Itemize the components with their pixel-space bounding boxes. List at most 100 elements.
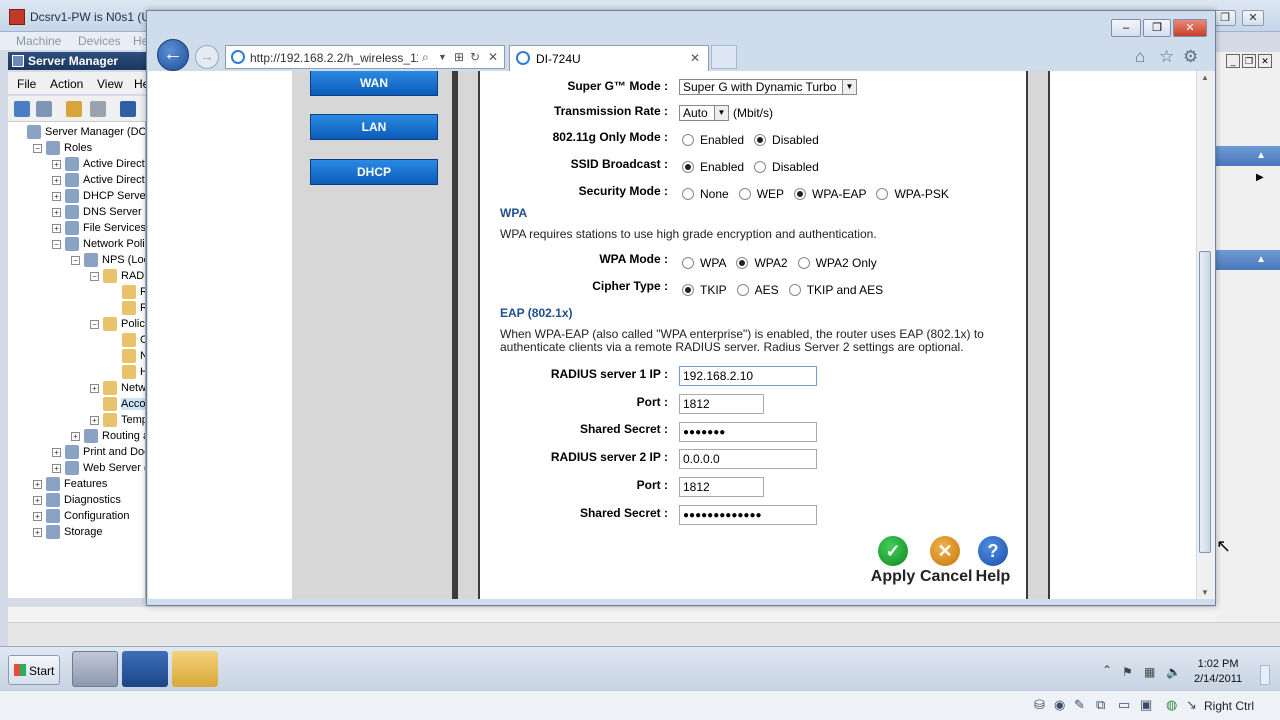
- radio-button[interactable]: [736, 284, 749, 296]
- scroll-up-icon[interactable]: ▲: [1201, 73, 1209, 82]
- help-icon[interactable]: [120, 101, 136, 117]
- up-folder-icon[interactable]: [66, 101, 82, 117]
- tree-item[interactable]: + Features: [33, 476, 107, 492]
- tree-item[interactable]: + DHCP Server: [52, 188, 145, 204]
- help-button[interactable]: ? Help: [968, 536, 1018, 586]
- cdrom-icon[interactable]: ◉: [1054, 697, 1065, 713]
- expand-icon[interactable]: +: [52, 175, 61, 185]
- mdi-restore-icon[interactable]: ❐: [1242, 54, 1256, 68]
- browser-maximize-button[interactable]: ❐: [1143, 19, 1171, 37]
- display-icon[interactable]: ▣: [1140, 697, 1152, 713]
- radio-button[interactable]: [788, 284, 801, 296]
- tree-item[interactable]: + Routing and: [71, 428, 145, 444]
- expand-icon[interactable]: +: [90, 383, 99, 393]
- expand-icon[interactable]: +: [33, 495, 42, 505]
- menu-action[interactable]: Action: [50, 77, 83, 91]
- back-arrow-icon[interactable]: [14, 101, 30, 117]
- tree-item[interactable]: Con: [109, 332, 145, 348]
- server-manager-taskbar-icon[interactable]: [72, 651, 118, 687]
- start-button[interactable]: Start: [8, 655, 60, 685]
- radio-button[interactable]: [682, 161, 694, 173]
- usb-icon[interactable]: ✎: [1074, 697, 1085, 713]
- radio-button[interactable]: [794, 188, 807, 200]
- tree-item[interactable]: − Roles: [33, 140, 92, 156]
- radio-button[interactable]: [876, 188, 889, 200]
- browser-close-button[interactable]: ✕: [1173, 19, 1207, 37]
- radius1-ip-input[interactable]: 192.168.2.10: [679, 366, 817, 386]
- explorer-taskbar-icon[interactable]: [172, 651, 218, 687]
- server-manager-horizontal-scrollbar[interactable]: [8, 606, 1216, 622]
- expand-icon[interactable]: +: [52, 159, 61, 169]
- favorites-star-icon[interactable]: ☆: [1159, 47, 1174, 67]
- tree-item[interactable]: Rem: [109, 300, 145, 316]
- tree-item[interactable]: + DNS Server: [52, 204, 142, 220]
- network-adapter-icon[interactable]: ⧉: [1096, 697, 1105, 713]
- radius2-ip-input[interactable]: 0.0.0.0: [679, 449, 817, 469]
- url-text[interactable]: http://192.168.2.2/h_wireless_11: [250, 51, 418, 65]
- nav-wan-button[interactable]: WAN: [310, 71, 438, 96]
- expand-icon[interactable]: +: [33, 511, 42, 521]
- dropdown-icon[interactable]: ▼: [438, 52, 447, 62]
- collapse-icon[interactable]: −: [52, 239, 61, 249]
- expand-icon[interactable]: +: [52, 223, 61, 233]
- tree-item[interactable]: Net: [109, 348, 145, 364]
- radio-button[interactable]: [682, 134, 694, 146]
- capture-icon[interactable]: ◍: [1166, 697, 1177, 713]
- expand-icon[interactable]: +: [90, 415, 99, 425]
- shared-folder-icon[interactable]: ▭: [1118, 697, 1130, 713]
- nav-lan-button[interactable]: LAN: [310, 114, 438, 140]
- mdi-minimize-icon[interactable]: _: [1226, 54, 1240, 68]
- radio-button[interactable]: [682, 188, 694, 200]
- new-tab-button[interactable]: [711, 45, 737, 69]
- scrollbar-thumb[interactable]: [1199, 251, 1211, 553]
- menu-file[interactable]: File: [17, 77, 36, 91]
- tree-item[interactable]: − Network Policy: [52, 236, 145, 252]
- tree-item[interactable]: + Diagnostics: [33, 492, 121, 508]
- show-desktop-button[interactable]: [1260, 665, 1270, 685]
- tree-item[interactable]: + Print and Docur: [52, 444, 145, 460]
- port1-input[interactable]: 1812: [679, 394, 764, 414]
- tree-item[interactable]: RAD: [109, 284, 145, 300]
- refresh-icon[interactable]: ↻: [470, 50, 480, 64]
- tree-item[interactable]: − NPS (Local): [71, 252, 145, 268]
- tray-clock[interactable]: 1:02 PM 2/14/2011: [1194, 657, 1242, 687]
- tools-gear-icon[interactable]: ⚙: [1183, 47, 1198, 67]
- apply-button[interactable]: ✓ Apply: [868, 536, 918, 586]
- compatibility-view-icon[interactable]: ⊞: [454, 50, 464, 64]
- search-icon[interactable]: ⌕: [422, 50, 429, 65]
- tree-item[interactable]: Server Manager (DCSR: [14, 124, 145, 140]
- radio-button[interactable]: [682, 257, 694, 269]
- tree-item[interactable]: + Active Directory: [52, 156, 145, 172]
- show-hide-tree-icon[interactable]: [90, 101, 106, 117]
- secret1-input[interactable]: ●●●●●●●: [679, 422, 817, 442]
- port2-input[interactable]: 1812: [679, 477, 764, 497]
- radio-button[interactable]: [754, 161, 767, 173]
- expand-icon[interactable]: +: [71, 431, 80, 441]
- expand-icon[interactable]: +: [52, 463, 61, 473]
- action-center-flag-icon[interactable]: ⚑: [1122, 665, 1133, 679]
- expand-icon[interactable]: +: [33, 527, 42, 537]
- collapse-icon[interactable]: −: [90, 319, 99, 329]
- mdi-close-icon[interactable]: ✕: [1258, 54, 1272, 68]
- tree-item[interactable]: + Active Directory: [52, 172, 145, 188]
- powershell-taskbar-icon[interactable]: [122, 651, 168, 687]
- super-g-select[interactable]: Super G with Dynamic Turbo ▼: [679, 79, 857, 95]
- forward-button[interactable]: →: [195, 45, 219, 69]
- radio-button[interactable]: [738, 188, 751, 200]
- collapse-icon[interactable]: −: [33, 143, 42, 153]
- tree-item[interactable]: + Storage: [33, 524, 103, 540]
- nav-dhcp-button[interactable]: DHCP: [310, 159, 438, 185]
- expand-icon[interactable]: +: [52, 207, 61, 217]
- vm-close-button[interactable]: ✕: [1242, 10, 1264, 26]
- back-button[interactable]: ←: [157, 39, 189, 71]
- browser-vertical-scrollbar[interactable]: ▲ ▼: [1197, 71, 1215, 599]
- expand-icon[interactable]: +: [52, 447, 61, 457]
- tree-item[interactable]: Hea: [109, 364, 145, 380]
- cancel-button[interactable]: ✕ Cancel: [920, 536, 972, 586]
- tab-close-icon[interactable]: ✕: [690, 51, 700, 65]
- tree-item[interactable]: + Networ: [90, 380, 145, 396]
- home-icon[interactable]: ⌂: [1135, 47, 1145, 67]
- vm-menu-devices[interactable]: Devices: [78, 34, 121, 48]
- radio-button[interactable]: [754, 134, 767, 146]
- tree-item[interactable]: Accoun: [90, 396, 145, 412]
